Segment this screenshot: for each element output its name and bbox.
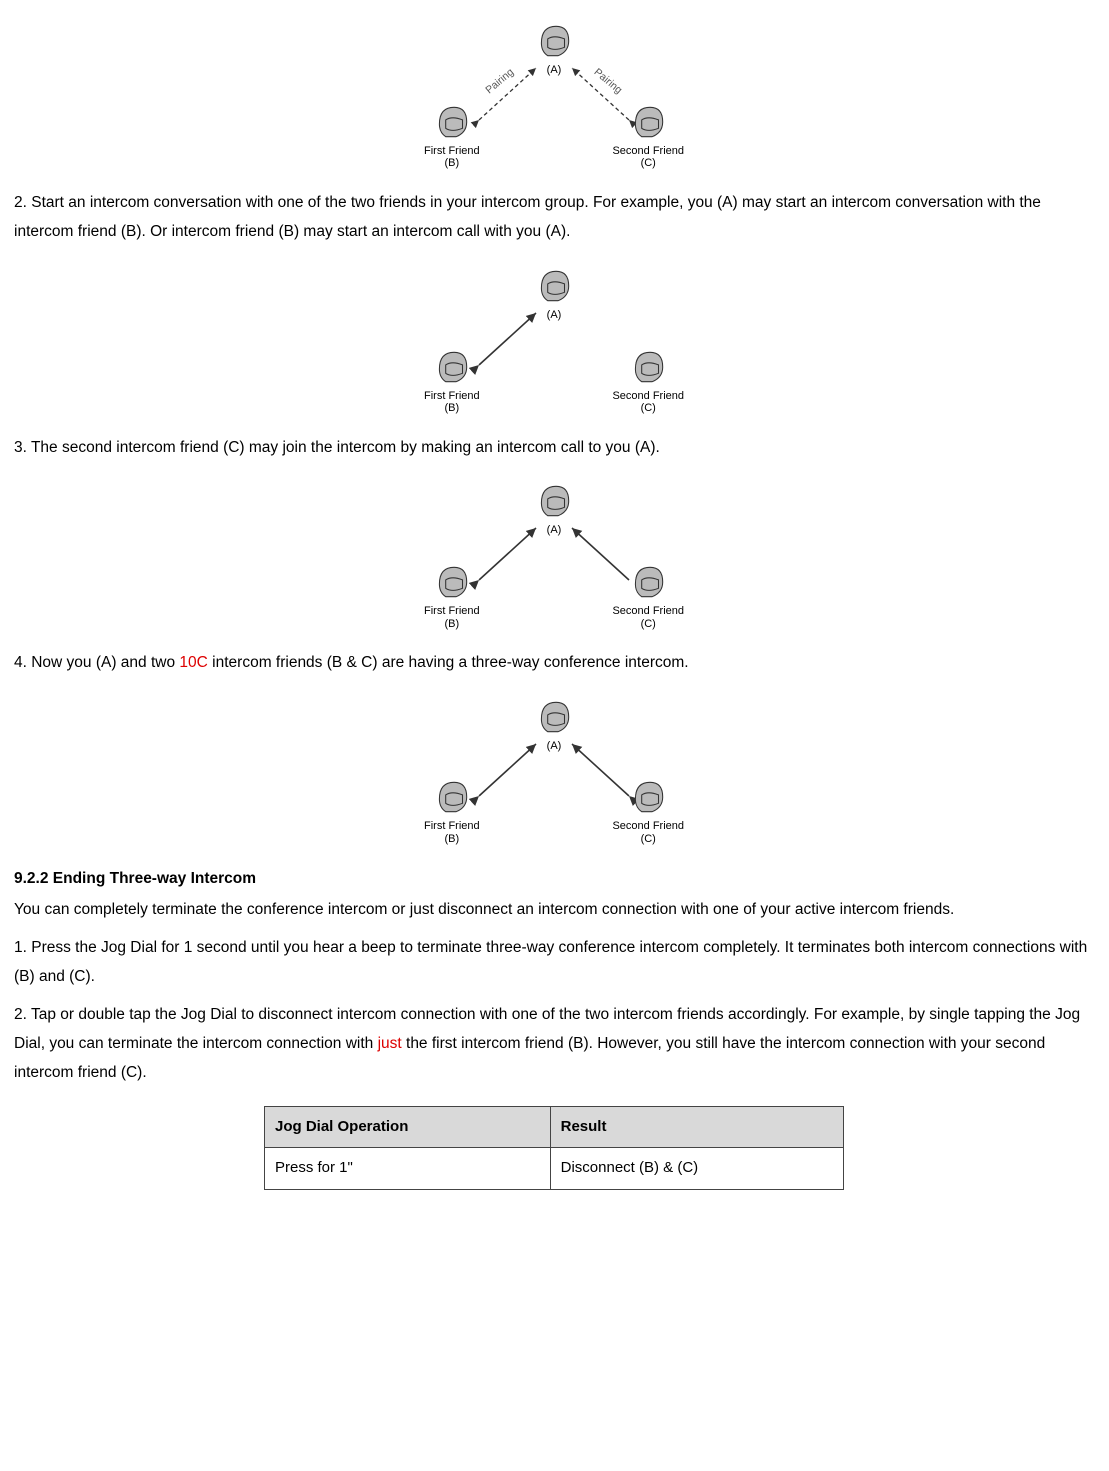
helmet-icon [533, 480, 575, 522]
label-a: (A) [547, 309, 562, 322]
helmet-icon [627, 101, 669, 143]
table-header-operation: Jog Dial Operation [265, 1106, 551, 1148]
step-3-text: 3. The second intercom friend (C) may jo… [14, 433, 1094, 462]
label-b-name: First Friend [424, 605, 480, 618]
helmet-icon [533, 265, 575, 307]
label-c-name: Second Friend [612, 605, 684, 618]
label-b-sub: (B) [444, 618, 459, 631]
step-4-red: 10C [179, 654, 207, 671]
label-c-name: Second Friend [612, 145, 684, 158]
label-b-sub: (B) [444, 402, 459, 415]
label-b-name: First Friend [424, 820, 480, 833]
heading-922: 9.2.2 Ending Three-way Intercom [14, 864, 1094, 893]
label-c-sub: (C) [641, 402, 656, 415]
label-c-name: Second Friend [612, 820, 684, 833]
node-c: Second Friend (C) [612, 346, 684, 415]
label-b-sub: (B) [444, 157, 459, 170]
node-c: Second Friend (C) [612, 561, 684, 630]
node-a: (A) [533, 696, 575, 753]
helmet-icon [431, 776, 473, 818]
table-cell-operation: Press for 1" [265, 1148, 551, 1190]
label-c-name: Second Friend [612, 390, 684, 403]
helmet-icon [533, 696, 575, 738]
label-a: (A) [547, 740, 562, 753]
end-step2-red: just [378, 1035, 402, 1052]
helmet-icon [627, 561, 669, 603]
label-b-name: First Friend [424, 145, 480, 158]
helmet-icon [431, 561, 473, 603]
end-p1: You can completely terminate the confere… [14, 895, 1094, 924]
table-row: Press for 1" Disconnect (B) & (C) [265, 1148, 844, 1190]
label-c-sub: (C) [641, 618, 656, 631]
table-header-result: Result [550, 1106, 843, 1148]
step-2-text: 2. Start an intercom conversation with o… [14, 188, 1094, 247]
helmet-icon [431, 101, 473, 143]
label-c-sub: (C) [641, 157, 656, 170]
helmet-icon [431, 346, 473, 388]
label-a: (A) [547, 524, 562, 537]
jog-dial-table: Jog Dial Operation Result Press for 1" D… [264, 1106, 844, 1190]
node-a: (A) [533, 480, 575, 537]
label-a: (A) [547, 64, 562, 77]
pairing-diagram: Pairing Pairing (A) First Friend (B) Sec… [14, 20, 1094, 170]
step3-diagram: (A) First Friend (B) Second Friend (C) [14, 480, 1094, 630]
node-b: First Friend (B) [424, 776, 480, 845]
end-step2: 2. Tap or double tap the Jog Dial to dis… [14, 1000, 1094, 1088]
label-c-sub: (C) [641, 833, 656, 846]
end-step1: 1. Press the Jog Dial for 1 second until… [14, 933, 1094, 992]
step2-diagram: (A) First Friend (B) Second Friend (C) [14, 265, 1094, 415]
node-b: First Friend (B) [424, 561, 480, 630]
label-b-sub: (B) [444, 833, 459, 846]
node-b: First Friend (B) [424, 101, 480, 170]
step-4-text: 4. Now you (A) and two 10C intercom frie… [14, 648, 1094, 677]
node-c: Second Friend (C) [612, 776, 684, 845]
node-a: (A) [533, 20, 575, 77]
node-a: (A) [533, 265, 575, 322]
helmet-icon [627, 346, 669, 388]
table-cell-result: Disconnect (B) & (C) [550, 1148, 843, 1190]
helmet-icon [533, 20, 575, 62]
node-b: First Friend (B) [424, 346, 480, 415]
label-b-name: First Friend [424, 390, 480, 403]
helmet-icon [627, 776, 669, 818]
node-c: Second Friend (C) [612, 101, 684, 170]
step4-diagram: (A) First Friend (B) Second Friend (C) [14, 696, 1094, 846]
